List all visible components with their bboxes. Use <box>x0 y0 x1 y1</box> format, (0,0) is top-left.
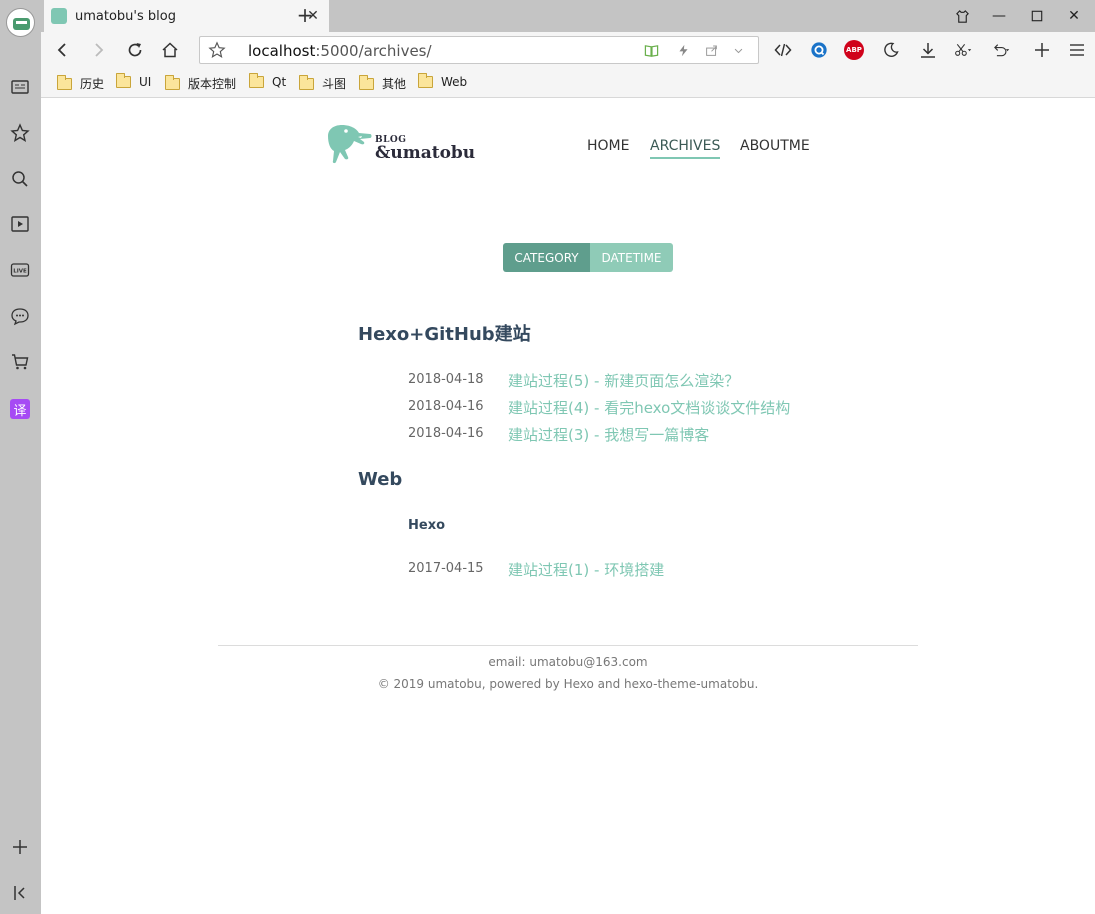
subcategory-title: Hexo <box>408 518 446 533</box>
screenshot-scissors-icon[interactable] <box>951 38 975 62</box>
bookmark-folder-history[interactable]: 历史 <box>57 74 105 92</box>
live-icon[interactable]: LIVE <box>9 259 31 281</box>
datetime-view-button[interactable]: DATETIME <box>590 243 673 272</box>
dinosaur-logo-icon <box>328 125 372 164</box>
translate-icon[interactable]: 译 <box>10 399 30 419</box>
footer-divider <box>218 645 918 646</box>
footer-copyright: © 2019 umatobu, powered by Hexo and hexo… <box>377 677 759 691</box>
bookmark-label: UI <box>139 75 152 89</box>
post-link[interactable]: 建站过程(5) - 新建页面怎么渲染？ <box>508 370 739 391</box>
post-date: 2018-04-18 <box>408 372 484 387</box>
adblock-plus-icon[interactable]: ABP <box>842 38 866 62</box>
category-title: Web <box>358 469 403 490</box>
menu-icon[interactable] <box>1065 38 1089 62</box>
url-path: :5000/archives/ <box>315 42 432 60</box>
reload-button[interactable] <box>123 38 147 62</box>
bookmark-star-icon[interactable] <box>208 41 226 59</box>
bookmark-label: 历史 <box>80 77 105 91</box>
tab-umatobu-blog[interactable]: umatobu's blog ✕ <box>44 0 329 32</box>
folder-icon <box>116 73 131 88</box>
logo-big-text: &umatobu <box>375 143 476 163</box>
nav-aboutme[interactable]: ABOUTME <box>740 138 810 154</box>
nav-home[interactable]: HOME <box>587 138 629 154</box>
folder-icon <box>418 73 433 88</box>
bookmark-label: 其他 <box>382 77 407 91</box>
favorites-star-icon[interactable] <box>9 122 31 144</box>
bookmark-label: 版本控制 <box>188 77 237 91</box>
folder-icon <box>299 74 314 90</box>
post-link[interactable]: 建站过程(1) - 环境搭建 <box>508 559 664 580</box>
bookmark-folder-qt[interactable]: Qt <box>249 73 287 89</box>
folder-icon <box>165 74 180 90</box>
forward-button[interactable] <box>86 38 110 62</box>
search-icon[interactable] <box>9 168 31 190</box>
back-button[interactable] <box>51 38 75 62</box>
bookmark-folder-web[interactable]: Web <box>418 73 468 89</box>
developer-tools-icon[interactable] <box>771 38 795 62</box>
post-date: 2018-04-16 <box>408 399 484 414</box>
reader-mode-icon[interactable] <box>643 42 659 58</box>
address-dropdown-icon[interactable] <box>730 42 746 58</box>
post-link[interactable]: 建站过程(3) - 我想写一篇博客 <box>508 424 709 445</box>
folder-icon <box>57 74 72 90</box>
cart-icon[interactable] <box>9 351 31 373</box>
post-link[interactable]: 建站过程(4) - 看完hexo文档谈谈文件结构 <box>508 397 790 418</box>
bookmark-folder-version-control[interactable]: 版本控制 <box>165 74 237 92</box>
speed-mode-icon[interactable] <box>675 42 691 58</box>
search-extension-icon[interactable] <box>807 38 831 62</box>
browser-sidebar: LIVE 译 <box>0 0 41 914</box>
bookmark-folder-ui[interactable]: UI <box>116 73 152 89</box>
folder-icon <box>359 74 374 90</box>
minimize-button[interactable]: — <box>988 5 1010 27</box>
download-icon[interactable] <box>916 38 940 62</box>
tab-strip: umatobu's blog ✕ + — ✕ <box>41 0 1095 32</box>
skin-icon[interactable] <box>951 5 973 27</box>
browser-toolbar: localhost:5000/archives/ ABP <box>41 32 1095 68</box>
category-title: Hexo+GitHub建站 <box>358 324 531 345</box>
bookmark-label: Qt <box>272 75 287 89</box>
close-window-button[interactable]: ✕ <box>1063 5 1085 27</box>
bookmark-label: Web <box>441 75 468 89</box>
archive-view-toggle: CATEGORY DATETIME <box>503 243 673 272</box>
maximize-button[interactable] <box>1026 5 1048 27</box>
add-page-icon[interactable] <box>1030 38 1054 62</box>
chat-icon[interactable] <box>9 305 31 327</box>
favicon-icon <box>51 8 67 24</box>
svg-text:LIVE: LIVE <box>13 269 27 275</box>
folder-icon <box>249 73 264 88</box>
site-logo[interactable]: BLOG &umatobu <box>326 122 481 166</box>
footer-email: email: umatobu@163.com <box>488 655 648 669</box>
user-avatar[interactable] <box>6 8 35 37</box>
post-date: 2017-04-15 <box>408 561 484 576</box>
add-icon[interactable] <box>9 836 31 858</box>
bookmark-folder-other[interactable]: 其他 <box>359 74 407 92</box>
address-bar[interactable]: localhost:5000/archives/ <box>199 36 759 64</box>
collapse-sidebar-icon[interactable] <box>9 882 31 904</box>
bookmark-label: 斗图 <box>322 77 347 91</box>
home-button[interactable] <box>158 38 182 62</box>
nav-archives[interactable]: ARCHIVES <box>650 138 721 159</box>
page-content: BLOG &umatobu HOME ARCHIVES ABOUTME CATE… <box>41 98 1095 914</box>
night-mode-icon[interactable] <box>879 38 903 62</box>
reader-icon[interactable] <box>9 76 31 98</box>
bookmark-folder-memes[interactable]: 斗图 <box>299 74 347 92</box>
tab-title: umatobu's blog <box>75 8 176 24</box>
bookmarks-bar: 历史 UI 版本控制 Qt 斗图 其他 Web <box>41 68 1095 98</box>
category-view-button[interactable]: CATEGORY <box>503 243 590 272</box>
new-tab-button[interactable]: + <box>293 4 317 28</box>
adblock-badge: ABP <box>844 40 864 60</box>
undo-close-icon[interactable] <box>989 38 1013 62</box>
video-icon[interactable] <box>9 213 31 235</box>
address-url: localhost:5000/archives/ <box>248 42 432 60</box>
share-icon[interactable] <box>703 42 719 58</box>
url-host: localhost <box>248 42 316 60</box>
post-date: 2018-04-16 <box>408 426 484 441</box>
